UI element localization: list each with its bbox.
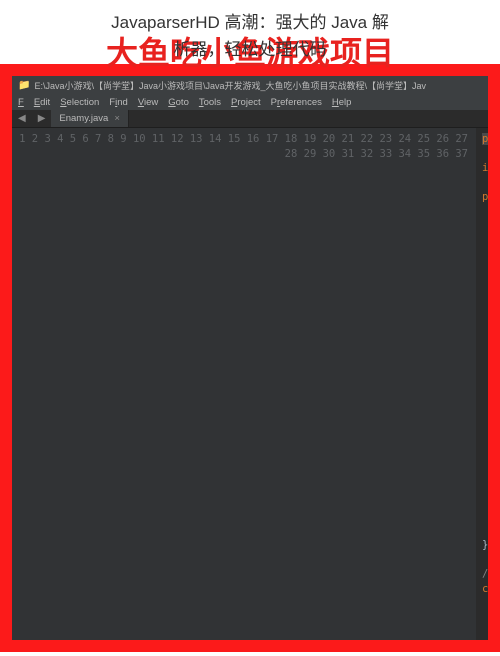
tab-bar: ◀ ▶ Enamy.java × — [12, 110, 488, 128]
menu-project[interactable]: Project — [231, 97, 261, 108]
menu-preferences[interactable]: Preferences — [271, 97, 322, 108]
screenshot-frame: 📁 E:\Java小游戏\【尚学堂】Java小游戏项目\Java开发游戏_大鱼吃… — [0, 64, 500, 652]
menu-view[interactable]: View — [138, 97, 158, 108]
menu-tools[interactable]: Tools — [199, 97, 221, 108]
line-gutter: 1 2 3 4 5 6 7 8 9 10 11 12 13 14 15 16 1… — [12, 128, 476, 640]
code-content[interactable]: package com.sxt; import java.awt.*; publ… — [476, 128, 488, 640]
code-editor: 📁 E:\Java小游戏\【尚学堂】Java小游戏项目\Java开发游戏_大鱼吃… — [12, 76, 488, 640]
window-path: E:\Java小游戏\【尚学堂】Java小游戏项目\Java开发游戏_大鱼吃小鱼… — [34, 79, 426, 92]
menu-goto[interactable]: Goto — [168, 97, 189, 108]
tab-active[interactable]: Enamy.java × — [51, 110, 129, 127]
menu-selection[interactable]: Selection — [60, 97, 99, 108]
close-icon[interactable]: × — [114, 113, 120, 124]
code-area[interactable]: 1 2 3 4 5 6 7 8 9 10 11 12 13 14 15 16 1… — [12, 128, 488, 640]
tab-label: Enamy.java — [59, 113, 108, 124]
menu-find[interactable]: Find — [109, 97, 128, 108]
folder-icon: 📁 — [18, 80, 30, 91]
menu-file[interactable]: F — [18, 97, 24, 108]
article-title-line2: 析器，轻松处理代码 — [10, 35, 490, 60]
menu-help[interactable]: Help — [332, 97, 352, 108]
tab-nav-right-icon[interactable]: ▶ — [32, 111, 52, 126]
menu-edit[interactable]: Edit — [34, 97, 50, 108]
menu-bar: F Edit Selection Find View Goto Tools Pr… — [12, 95, 488, 110]
article-title-line1: JavaparserHD 高潮：强大的 Java 解 — [10, 8, 490, 33]
window-titlebar: 📁 E:\Java小游戏\【尚学堂】Java小游戏项目\Java开发游戏_大鱼吃… — [12, 76, 488, 95]
tab-nav-left-icon[interactable]: ◀ — [12, 111, 32, 126]
